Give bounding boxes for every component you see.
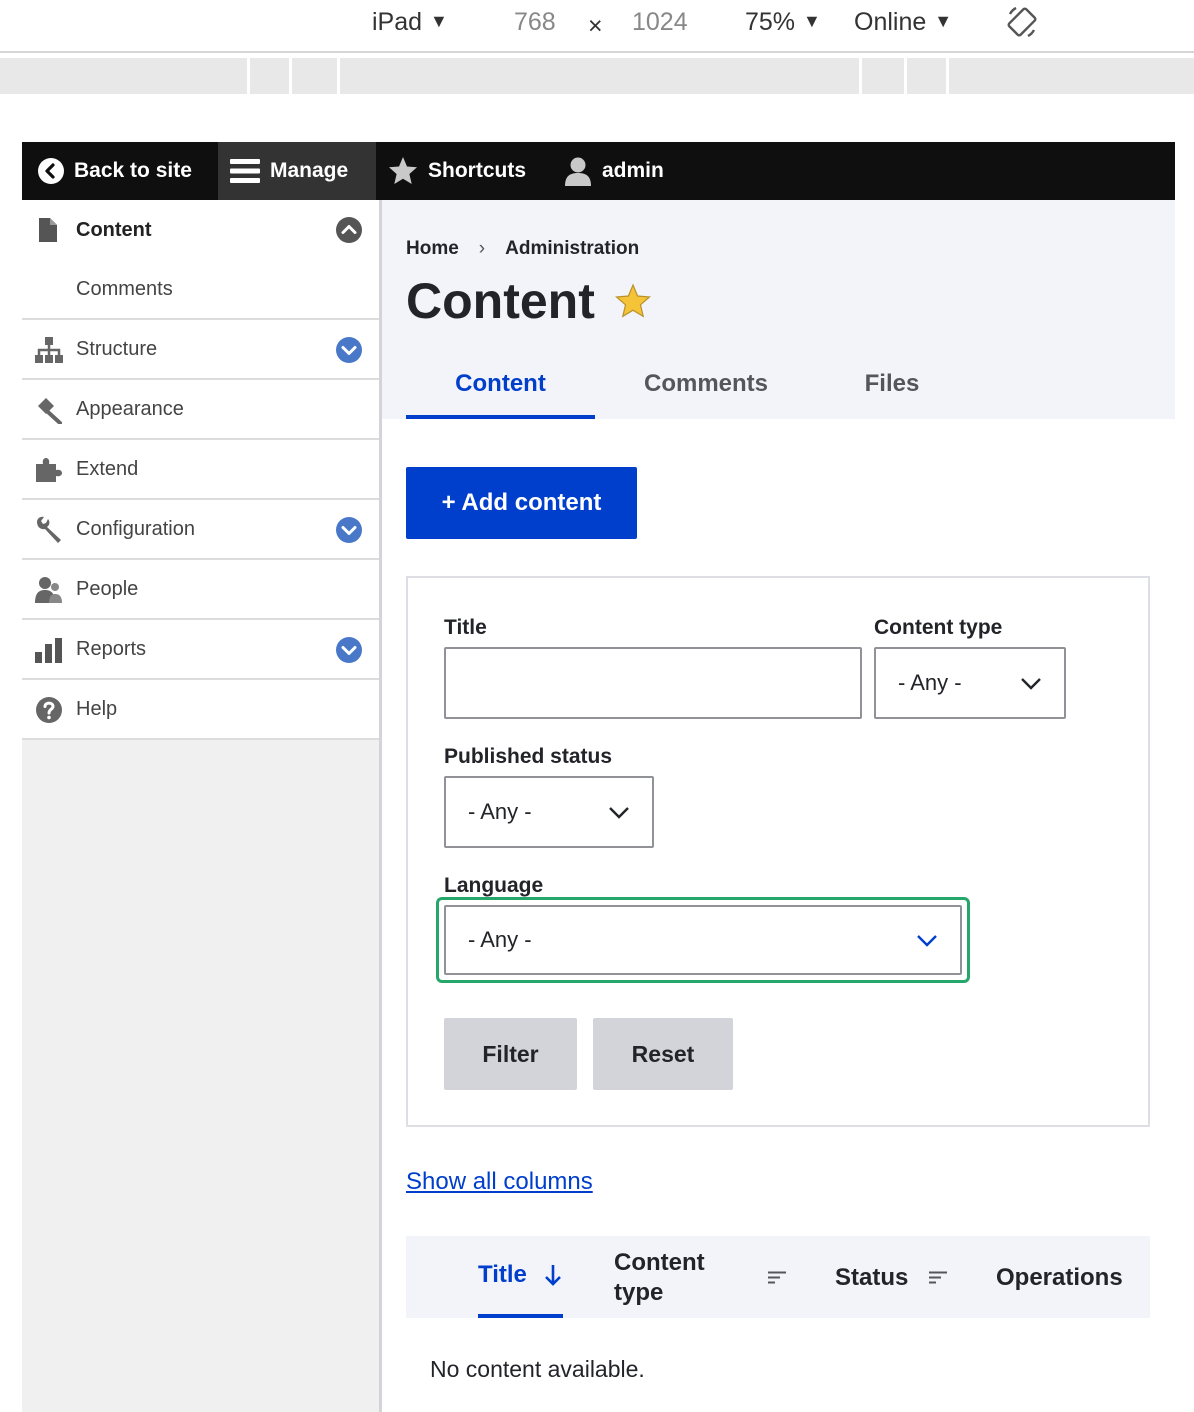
sidebar-item-people[interactable]: People	[22, 560, 379, 620]
times-icon: ×	[588, 12, 603, 40]
star-icon	[389, 157, 417, 184]
viewport-width[interactable]: 768	[514, 8, 556, 37]
user-tab[interactable]: admin	[564, 142, 664, 200]
show-all-columns-link[interactable]: Show all columns	[406, 1168, 593, 1196]
page-header: Home › Administration Content Content Comm…	[382, 200, 1175, 419]
media-query-bar[interactable]	[0, 58, 1194, 94]
title-input[interactable]	[444, 647, 862, 719]
back-to-site-link[interactable]: Back to site	[38, 142, 192, 200]
tab-content[interactable]: Content	[406, 360, 595, 419]
main-content: Home › Administration Content Content Comm…	[382, 200, 1175, 1412]
sidebar-item-content[interactable]: Content	[22, 200, 379, 260]
chevron-down-icon	[609, 807, 629, 819]
chevron-down-icon	[917, 935, 937, 947]
shortcut-star-icon[interactable]	[614, 283, 651, 319]
sort-icon[interactable]	[768, 1271, 786, 1284]
page-title: Content	[406, 272, 651, 330]
device-select[interactable]: iPad ▼	[372, 8, 448, 37]
filter-button[interactable]: Filter	[444, 1018, 577, 1090]
people-icon	[35, 577, 62, 603]
column-operations: Operations	[996, 1264, 1123, 1291]
back-arrow-icon	[38, 158, 64, 184]
chevron-up-icon[interactable]	[335, 216, 363, 244]
chevron-down-icon[interactable]	[335, 636, 363, 664]
zoom-caret-icon: ▼	[803, 11, 821, 31]
column-status[interactable]: Status	[835, 1264, 908, 1292]
breadcrumb: Home › Administration	[406, 238, 639, 260]
sort-icon[interactable]	[929, 1271, 947, 1284]
primary-tabs: Content Comments Files	[406, 360, 967, 419]
sidebar-item-comments[interactable]: Comments	[22, 260, 379, 320]
network-caret-icon: ▼	[934, 11, 953, 31]
wrench-icon	[37, 516, 61, 543]
published-status-select[interactable]: - Any -	[444, 776, 654, 848]
sidebar-item-help[interactable]: Help	[22, 680, 379, 740]
extend-icon	[36, 458, 62, 482]
viewport-height[interactable]: 1024	[632, 8, 688, 37]
devtools-device-toolbar: iPad ▼ 768 × 1024 75% ▼ Online ▼	[0, 0, 1194, 53]
content-type-select[interactable]: - Any -	[874, 647, 1066, 719]
tab-files[interactable]: Files	[817, 360, 967, 419]
device-caret-icon: ▼	[430, 11, 448, 31]
hamburger-icon	[230, 159, 260, 183]
sidebar-item-reports[interactable]: Reports	[22, 620, 379, 680]
sidebar-item-configuration[interactable]: Configuration	[22, 500, 379, 560]
sidebar-item-structure[interactable]: Structure	[22, 320, 379, 380]
content-type-label: Content type	[874, 616, 1003, 639]
title-label: Title	[444, 616, 487, 639]
structure-icon	[35, 337, 63, 363]
admin-toolbar: Back to site Manage Shortcuts admin	[22, 142, 1175, 200]
breadcrumb-home[interactable]: Home	[406, 238, 459, 259]
network-select[interactable]: Online ▼	[854, 8, 952, 37]
content-icon	[39, 218, 57, 242]
filters-form: Title Content type - Any - Published sta…	[406, 576, 1150, 1127]
published-status-label: Published status	[444, 745, 613, 768]
zoom-select[interactable]: 75% ▼	[745, 8, 821, 37]
empty-table-message: No content available.	[430, 1356, 645, 1382]
appearance-icon	[38, 398, 62, 424]
manage-tab[interactable]: Manage	[218, 142, 376, 200]
help-icon	[36, 697, 62, 723]
reset-button[interactable]: Reset	[593, 1018, 733, 1090]
chevron-down-icon	[1021, 678, 1041, 690]
tab-comments[interactable]: Comments	[595, 360, 817, 419]
column-title[interactable]: Title	[478, 1236, 563, 1318]
shortcuts-tab[interactable]: Shortcuts	[388, 142, 526, 200]
admin-sidebar: Content Comments Structure Appearance Ex…	[22, 200, 382, 1412]
column-content-type[interactable]: Content type	[614, 1248, 724, 1308]
breadcrumb-separator: ›	[478, 238, 486, 259]
sort-arrow-down-icon	[544, 1265, 561, 1286]
user-icon	[565, 157, 591, 186]
language-select[interactable]: - Any -	[444, 905, 962, 975]
breadcrumb-administration[interactable]: Administration	[505, 238, 639, 259]
sidebar-item-extend[interactable]: Extend	[22, 440, 379, 500]
chevron-down-icon[interactable]	[335, 516, 363, 544]
table-header: Title Content type Status Operations	[406, 1236, 1150, 1318]
language-label: Language	[444, 874, 544, 897]
chevron-down-icon[interactable]	[335, 336, 363, 364]
rotate-icon[interactable]	[1004, 4, 1040, 47]
sidebar-item-appearance[interactable]: Appearance	[22, 380, 379, 440]
reports-icon	[35, 638, 62, 663]
add-content-button[interactable]: + Add content	[406, 467, 637, 539]
